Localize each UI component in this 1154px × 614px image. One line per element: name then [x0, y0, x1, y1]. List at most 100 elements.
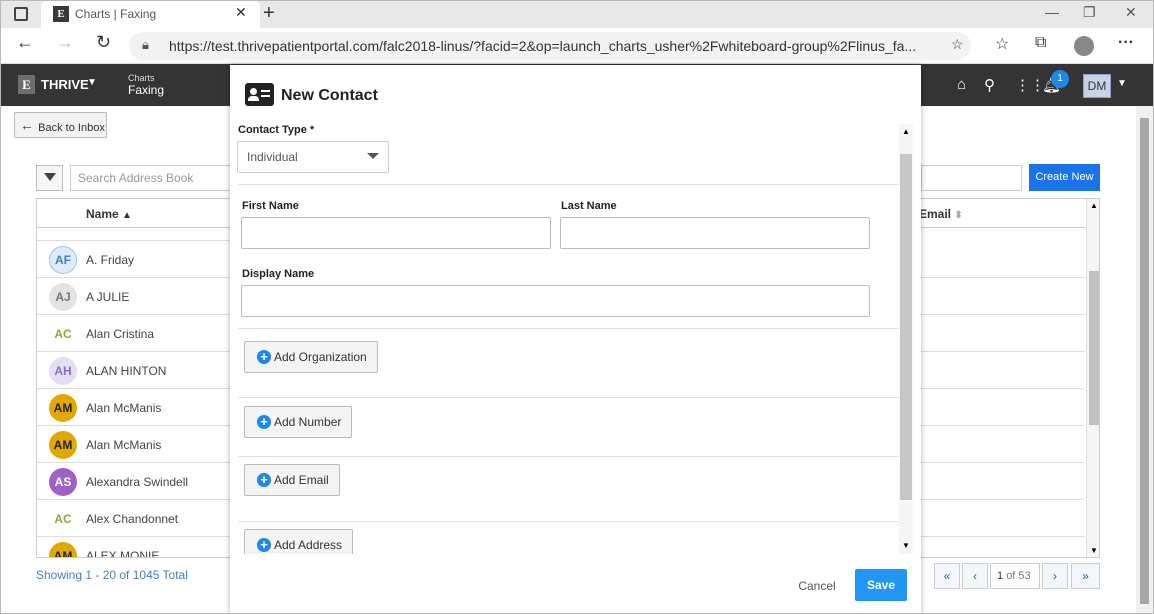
- email-cell: [921, 463, 1085, 500]
- avatar[interactable]: DM: [1083, 74, 1111, 98]
- avatar: AJ: [49, 283, 77, 311]
- first-page-button[interactable]: «: [934, 563, 960, 589]
- modal-body: Contact Type * Individual First Name Las…: [230, 124, 913, 554]
- divider: [238, 521, 899, 522]
- table-row[interactable]: AM ALEX MONIE: [37, 537, 231, 557]
- email-cell: [921, 278, 1085, 315]
- email-cell: [921, 389, 1085, 426]
- browser-tab[interactable]: E Charts | Faxing ✕: [41, 1, 260, 28]
- breadcrumb-current: Faxing: [128, 83, 165, 97]
- add-organization-label: Add Organization: [274, 350, 367, 364]
- plus-circle-icon: +: [257, 538, 271, 552]
- minimize-icon[interactable]: —: [1045, 4, 1059, 20]
- favorites-icon[interactable]: ☆: [995, 34, 1009, 54]
- collections-icon[interactable]: ⧉: [1035, 34, 1046, 52]
- prev-page-button[interactable]: ‹: [962, 563, 988, 589]
- table-scrollbar[interactable]: ▲ ▼: [1086, 199, 1099, 557]
- contact-type-select[interactable]: Individual: [237, 141, 389, 173]
- profile-icon[interactable]: [1074, 36, 1094, 56]
- page-scroll-thumb[interactable]: [1140, 118, 1149, 604]
- page-indicator[interactable]: 1 of 53: [990, 563, 1040, 589]
- last-page-button[interactable]: »: [1071, 563, 1100, 589]
- contact-name: A. Friday: [86, 253, 135, 267]
- table-row[interactable]: AS Alexandra Swindell: [37, 463, 231, 500]
- tab-actions-icon[interactable]: [14, 7, 28, 21]
- table-row[interactable]: AH ALAN HINTON: [37, 352, 231, 389]
- close-window-icon[interactable]: ✕: [1125, 4, 1137, 21]
- maximize-icon[interactable]: ❐: [1083, 4, 1096, 21]
- email-cell: [921, 241, 1085, 278]
- column-header-email[interactable]: Email ⬍: [919, 207, 963, 221]
- first-name-input[interactable]: [241, 217, 551, 249]
- table-row[interactable]: AM Alan McManis: [37, 389, 231, 426]
- add-organization-button[interactable]: + Add Organization: [244, 341, 378, 373]
- modal-title: New Contact: [281, 87, 378, 104]
- search-icon[interactable]: ⚲: [984, 76, 995, 94]
- contact-name: Alan Cristina: [86, 327, 155, 341]
- next-page-button[interactable]: ›: [1042, 563, 1068, 589]
- add-email-button[interactable]: + Add Email: [244, 464, 340, 496]
- home-icon[interactable]: ⌂: [957, 76, 966, 93]
- new-tab-icon[interactable]: +: [263, 2, 275, 25]
- first-name-label: First Name: [242, 200, 299, 212]
- plus-circle-icon: +: [257, 415, 271, 429]
- table-row[interactable]: AF A. Friday: [37, 241, 231, 278]
- more-menu-icon[interactable]: ···: [1118, 34, 1134, 52]
- create-new-button[interactable]: Create New: [1029, 164, 1100, 191]
- user-menu-caret-icon[interactable]: ▼: [1117, 78, 1127, 89]
- email-cell: [921, 315, 1085, 352]
- add-address-label: Add Address: [274, 538, 343, 552]
- table-row[interactable]: AJ A JULIE: [37, 278, 231, 315]
- url-text: https://test.thrivepatientportal.com/fal…: [169, 38, 917, 54]
- sort-icon: ⬍: [954, 210, 963, 221]
- favorite-add-icon[interactable]: ☆: [951, 36, 964, 53]
- refresh-icon[interactable]: ↻: [96, 32, 111, 53]
- scroll-down-icon: ▼: [902, 541, 910, 550]
- add-address-button[interactable]: + Add Address: [244, 529, 354, 554]
- forward-arrow-icon[interactable]: →: [56, 32, 74, 53]
- divider: [238, 184, 899, 185]
- plus-circle-icon: +: [257, 350, 271, 364]
- cancel-button[interactable]: Cancel: [787, 571, 847, 601]
- email-cell: [921, 500, 1085, 537]
- plus-circle-icon: +: [257, 473, 271, 487]
- contact-type-label: Contact Type *: [238, 124, 315, 136]
- modal-scroll-thumb[interactable]: [900, 154, 912, 500]
- table-row[interactable]: AC Alex Chandonnet: [37, 500, 231, 537]
- back-to-inbox-button[interactable]: ← Back to Inbox: [14, 112, 107, 138]
- close-tab-icon[interactable]: ✕: [235, 4, 247, 21]
- search-address-book-input[interactable]: Search Address Book: [70, 165, 240, 191]
- modal-scrollbar[interactable]: ▲ ▼: [899, 124, 913, 554]
- add-number-button[interactable]: + Add Number: [244, 406, 353, 438]
- showing-count: Showing 1 - 20 of 1045 Total: [36, 568, 188, 582]
- filter-button[interactable]: [36, 165, 63, 191]
- search-extension[interactable]: [921, 165, 1022, 191]
- divider: [238, 328, 899, 329]
- page-scrollbar[interactable]: [1136, 106, 1153, 613]
- arrow-left-icon: ←: [20, 117, 34, 133]
- display-name-input[interactable]: [241, 285, 870, 317]
- table-scroll-thumb[interactable]: [1089, 271, 1099, 425]
- apps-grid-icon[interactable]: ⋮⋮: [1015, 76, 1045, 94]
- filter-icon: [44, 173, 56, 181]
- brand-caret-icon[interactable]: ▼: [87, 77, 97, 88]
- browser-toolbar: ← → ↻ 🔒︎ https://test.thrivepatientporta…: [1, 28, 1153, 64]
- email-cell: [921, 537, 1085, 557]
- contact-name: Alex Chandonnet: [86, 512, 179, 526]
- table-row[interactable]: [37, 204, 231, 241]
- scroll-down-icon: ▼: [1090, 546, 1098, 555]
- last-name-label: Last Name: [561, 200, 617, 212]
- breadcrumb-parent[interactable]: Charts: [128, 73, 155, 83]
- lock-icon: 🔒︎: [142, 37, 149, 52]
- brand-name[interactable]: THRIVE: [41, 77, 89, 92]
- new-contact-modal: New Contact Contact Type * Individual Fi…: [230, 65, 921, 613]
- table-row[interactable]: AM Alan McManis: [37, 426, 231, 463]
- avatar: AM: [49, 542, 77, 557]
- save-button[interactable]: Save: [855, 569, 907, 601]
- address-bar[interactable]: 🔒︎ https://test.thrivepatientportal.com/…: [129, 32, 971, 60]
- table-row[interactable]: AC Alan Cristina: [37, 315, 231, 352]
- contact-card-icon: [245, 83, 274, 106]
- back-arrow-icon[interactable]: ←: [16, 32, 34, 53]
- notification-badge: 1: [1051, 70, 1069, 88]
- last-name-input[interactable]: [560, 217, 870, 249]
